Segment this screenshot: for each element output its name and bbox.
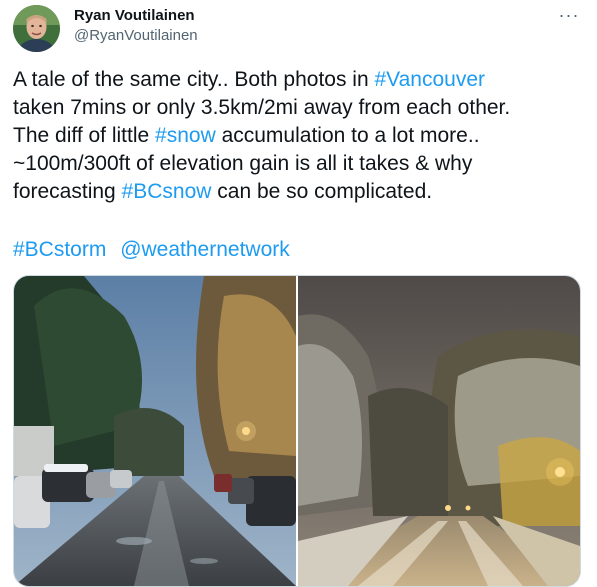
tweet-text-segment: forecasting [13,180,122,203]
tweet-card: Ryan Voutilainen @RyanVoutilainen ··· A … [0,0,597,587]
more-horizontal-icon: ··· [558,4,580,25]
photo-wet-street[interactable] [14,276,296,586]
media-grid [13,275,581,587]
tweet-line-2: taken 7mins or only 3.5km/2mi away from … [13,96,511,119]
avatar[interactable] [13,5,60,52]
tweet-tags-line: #BCstorm @weathernetwork [13,236,290,264]
tweet-line-4: ~100m/300ft of elevation gain is all it … [13,152,473,175]
tweet-line-1: A tale of the same city.. Both photos in… [13,66,588,94]
hashtag-bcsnow-link[interactable]: #BCsnow [122,180,212,203]
photo-snowy-street[interactable] [298,276,580,586]
author-name[interactable]: Ryan Voutilainen [74,7,195,24]
tweet-text-segment: accumulation to a lot more.. [215,124,480,147]
tweet-line-5: forecasting #BCsnow can be so complicate… [13,178,588,206]
tweet-text: A tale of the same city.. Both photos in… [13,66,588,206]
hashtag-snow-link[interactable]: #snow [155,124,216,147]
hashtag-vancouver-link[interactable]: #Vancouver [374,68,485,91]
mention-weathernetwork-link[interactable]: @weathernetwork [120,238,290,261]
author-handle[interactable]: @RyanVoutilainen [74,27,198,44]
hashtag-bcstorm-link[interactable]: #BCstorm [13,238,106,261]
tweet-text-segment: The diff of little [13,124,156,147]
tweet-text-segment: A tale of the same city.. Both photos in [13,68,375,91]
tweet-line-3: The diff of little #snow accumulation to… [13,122,588,150]
tweet-text-segment: can be so complicated. [211,180,433,203]
more-options-button[interactable]: ··· [556,4,582,26]
